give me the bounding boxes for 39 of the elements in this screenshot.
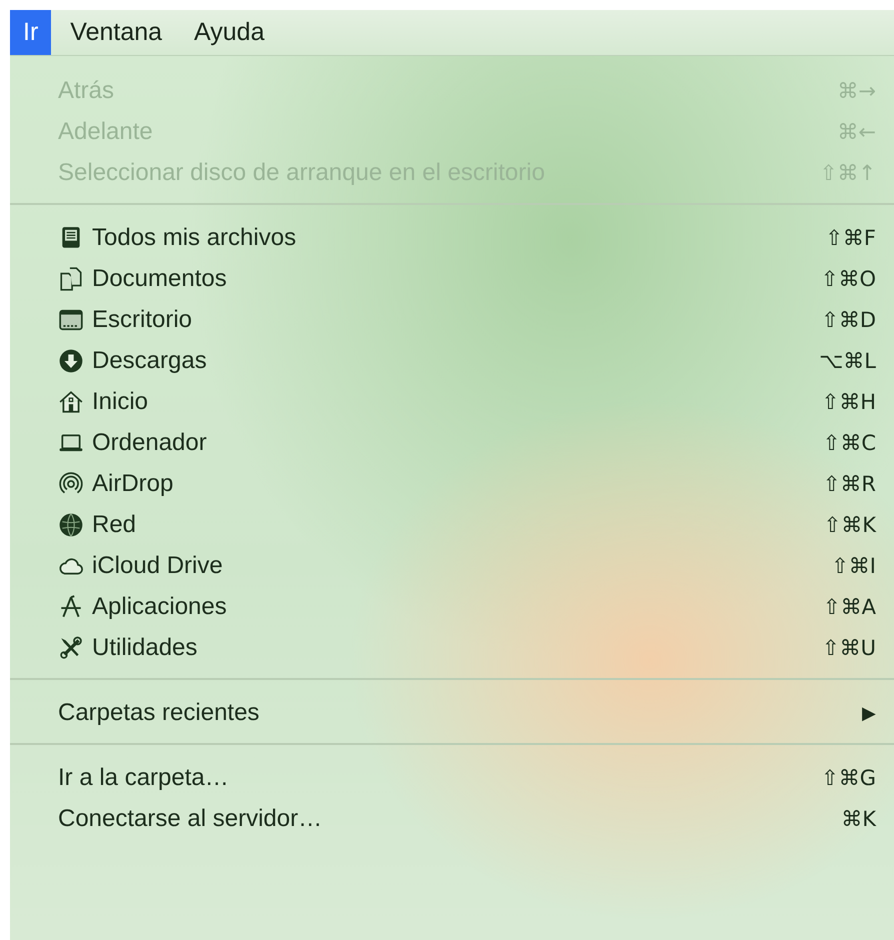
tools-icon — [58, 634, 84, 660]
globe-icon — [58, 512, 84, 538]
keyboard-shortcut: ⌘→ — [837, 78, 876, 102]
menu-item[interactable]: Conectarse al servidor… ⌘K — [10, 798, 894, 839]
keyboard-shortcut: ⇧⌘O — [820, 266, 876, 290]
keyboard-shortcut: ⌘← — [837, 120, 876, 144]
menu-bar-item[interactable]: Ir — [10, 10, 52, 55]
menu-item[interactable]: Red ⇧⌘K — [10, 504, 894, 545]
keyboard-shortcut: ⇧⌘G — [821, 766, 876, 790]
menu-item[interactable]: Carpetas recientes ▶ — [10, 692, 894, 733]
menu-item[interactable]: Documentos ⇧⌘O — [10, 258, 894, 299]
keyboard-shortcut: ⇧⌘R — [822, 472, 876, 496]
keyboard-shortcut: ⇧⌘A — [823, 594, 876, 618]
menu-bar-item[interactable]: Ventana — [57, 10, 176, 55]
keyboard-shortcut: ⌘K — [841, 806, 876, 830]
documents-icon — [58, 266, 84, 292]
menu-item[interactable]: AirDrop ⇧⌘R — [10, 463, 894, 504]
download-icon — [58, 348, 84, 374]
keyboard-shortcut: ⇧⌘↑ — [820, 160, 876, 184]
keyboard-shortcut: ⇧⌘D — [821, 308, 876, 332]
menu-item[interactable]: Descargas ⌥⌘L — [10, 340, 894, 381]
keyboard-shortcut: ⇧⌘U — [822, 636, 876, 660]
house-icon — [58, 388, 84, 414]
menu-item[interactable]: Utilidades ⇧⌘U — [10, 627, 894, 668]
submenu-arrow-icon: ▶ — [862, 702, 876, 724]
menu-item[interactable]: Escritorio ⇧⌘D — [10, 299, 894, 340]
menu-item[interactable]: Todos mis archivos ⇧⌘F — [10, 217, 894, 258]
menu-item[interactable]: Ordenador ⇧⌘C — [10, 422, 894, 463]
menu-item[interactable]: iCloud Drive ⇧⌘I — [10, 545, 894, 586]
keyboard-shortcut: ⌥⌘L — [819, 348, 876, 372]
keyboard-shortcut: ⇧⌘K — [824, 512, 876, 536]
keyboard-shortcut: ⇧⌘H — [822, 390, 876, 414]
keyboard-shortcut: ⇧⌘F — [825, 226, 876, 250]
keyboard-shortcut: ⇧⌘I — [831, 554, 876, 578]
menu-item[interactable]: Aplicaciones ⇧⌘A — [10, 586, 894, 627]
menu-item[interactable]: Ir a la carpeta… ⇧⌘G — [10, 757, 894, 798]
menu-bar-item[interactable]: Ayuda — [181, 10, 278, 55]
menu-item[interactable]: Inicio ⇧⌘H — [10, 381, 894, 422]
keyboard-shortcut: ⇧⌘C — [822, 430, 876, 454]
